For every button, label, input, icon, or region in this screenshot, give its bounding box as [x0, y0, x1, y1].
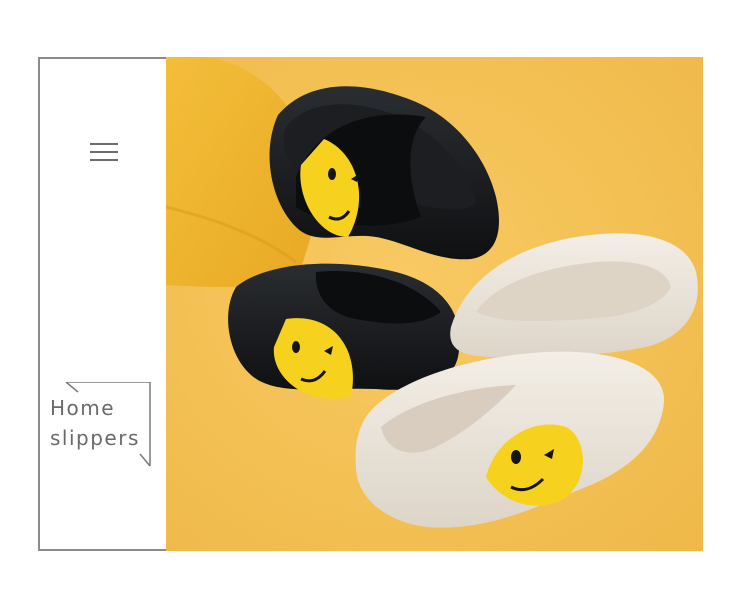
- caption-line-1: Home: [50, 396, 116, 420]
- product-photo: [166, 57, 703, 551]
- caption-box: Home slippers: [48, 382, 152, 470]
- caption-line-2: slippers: [50, 426, 140, 450]
- hamburger-menu-icon[interactable]: [90, 143, 118, 163]
- left-frame: [38, 57, 166, 551]
- slippers-illustration: [166, 57, 703, 551]
